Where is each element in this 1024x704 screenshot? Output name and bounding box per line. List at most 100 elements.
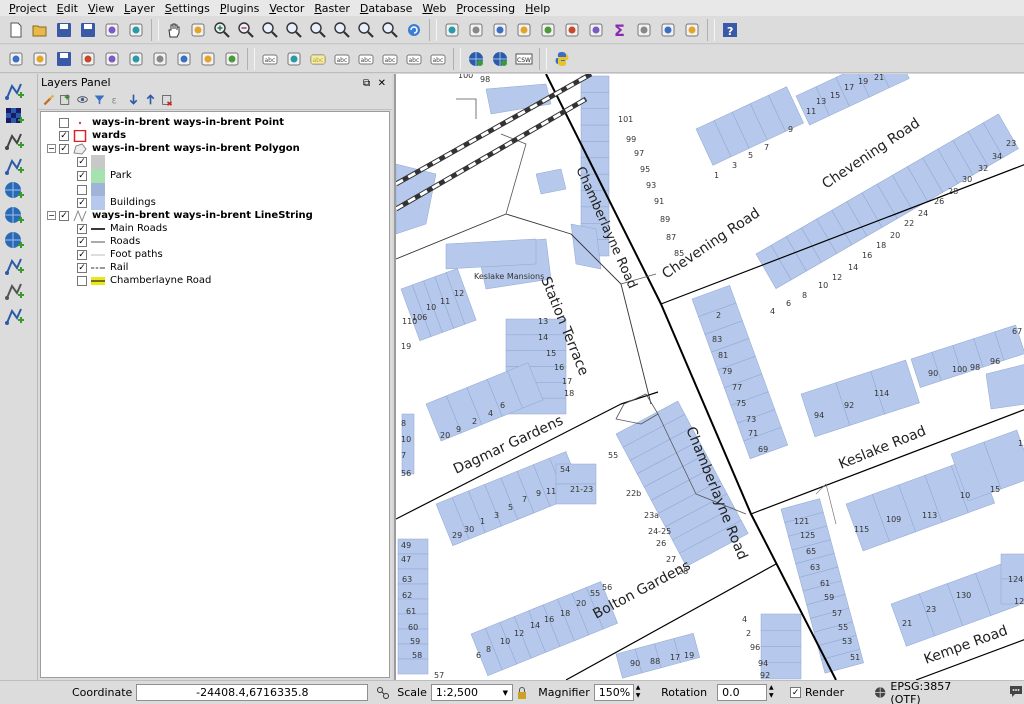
new-print-layout-icon[interactable] [100, 18, 124, 42]
legend-item-row[interactable]: Chamberlayne Road [77, 274, 211, 287]
menu-view[interactable]: View [83, 1, 119, 16]
select-features-icon[interactable] [464, 18, 488, 42]
expand-toggle-icon[interactable]: − [47, 211, 56, 220]
move-feature-icon[interactable] [100, 47, 124, 71]
new-shapefile-icon[interactable] [0, 303, 30, 328]
layer-visibility-checkbox[interactable]: ✓ [59, 143, 69, 154]
identify-icon[interactable] [440, 18, 464, 42]
close-panel-icon[interactable]: ✕ [378, 78, 386, 89]
menu-settings[interactable]: Settings [160, 1, 215, 16]
menu-project[interactable]: Project [4, 1, 52, 16]
menu-processing[interactable]: Processing [451, 1, 520, 16]
zoom-in-icon[interactable] [210, 18, 234, 42]
float-panel-icon[interactable]: ⧉ [363, 78, 370, 89]
copy-features-icon[interactable] [196, 47, 220, 71]
add-group-icon[interactable] [57, 91, 74, 108]
layer-visibility-checkbox[interactable]: ✓ [59, 210, 69, 221]
open-project-icon[interactable] [28, 18, 52, 42]
layer-row[interactable]: ✓ wards [47, 129, 126, 142]
add-wms-layer-icon[interactable] [0, 178, 30, 203]
magnifier-spinner[interactable]: ▲ ▼ [636, 684, 647, 701]
menu-vector[interactable]: Vector [264, 1, 309, 16]
add-raster-layer-icon[interactable] [0, 103, 30, 128]
filter-legend-icon[interactable] [91, 91, 108, 108]
style-layer-icon[interactable] [40, 91, 57, 108]
field-calculator-icon[interactable] [536, 18, 560, 42]
current-edits-icon[interactable] [28, 47, 52, 71]
layer-row[interactable]: − ✓ ways-in-brent ways-in-brent LineString [47, 209, 313, 222]
statistics-icon[interactable] [584, 18, 608, 42]
lock-scale-icon[interactable] [517, 686, 530, 699]
refresh-icon[interactable] [402, 18, 426, 42]
toggle-editing-icon[interactable] [4, 47, 28, 71]
menu-plugins[interactable]: Plugins [215, 1, 264, 16]
expand-all-icon[interactable] [125, 91, 142, 108]
menu-layer[interactable]: Layer [119, 1, 160, 16]
menu-raster[interactable]: Raster [309, 1, 354, 16]
layer-visibility-checkbox[interactable] [59, 117, 69, 128]
coordinate-field[interactable]: -24408.4,6716335.8 [136, 684, 369, 701]
zoom-next-icon[interactable] [378, 18, 402, 42]
csw-icon[interactable]: CSW [512, 47, 536, 71]
layer-visibility-checkbox[interactable]: ✓ [77, 170, 87, 181]
remove-layer-icon[interactable] [159, 91, 176, 108]
legend-item-row[interactable]: ✓ Rail [77, 261, 128, 274]
expand-toggle-icon[interactable]: − [47, 144, 56, 153]
print-composer-manager-icon[interactable] [124, 18, 148, 42]
add-wcs-layer-icon[interactable] [0, 228, 30, 253]
rotation-field[interactable]: 0.0 [717, 684, 767, 701]
zoom-actual-icon[interactable] [258, 18, 282, 42]
legend-item-row[interactable]: ✓ [77, 154, 110, 169]
new-project-icon[interactable] [4, 18, 28, 42]
menu-edit[interactable]: Edit [52, 1, 83, 16]
save-as-icon[interactable] [76, 18, 100, 42]
label-tool-icon[interactable]: abc [258, 47, 282, 71]
menu-database[interactable]: Database [355, 1, 418, 16]
zoom-to-layer-icon[interactable] [330, 18, 354, 42]
layer-row[interactable]: ways-in-brent ways-in-brent Point [47, 116, 284, 129]
pin-labels-icon[interactable]: abc [330, 47, 354, 71]
layer-row[interactable]: − ✓ ways-in-brent ways-in-brent Polygon [47, 142, 300, 155]
layer-visibility-checkbox[interactable] [77, 275, 87, 286]
layer-visibility-checkbox[interactable]: ✓ [77, 156, 87, 167]
style-manager-icon[interactable] [282, 47, 306, 71]
manage-visibility-icon[interactable] [74, 91, 91, 108]
scale-dropdown-icon[interactable]: ▼ [503, 689, 508, 697]
save-project-icon[interactable] [52, 18, 76, 42]
zoom-out-icon[interactable] [234, 18, 258, 42]
wms-search-icon[interactable] [488, 47, 512, 71]
deselect-icon[interactable] [512, 18, 536, 42]
crs-status[interactable]: EPSG:3857 (OTF) [874, 680, 980, 704]
add-wfs-layer-icon[interactable] [0, 203, 30, 228]
menu-web[interactable]: Web [417, 1, 451, 16]
zoom-full-icon[interactable] [282, 18, 306, 42]
legend-item-row[interactable]: ✓ Buildings [77, 195, 156, 210]
layer-visibility-checkbox[interactable]: ✓ [77, 262, 87, 273]
legend-item-row[interactable]: ✓ Park [77, 168, 132, 183]
move-label-icon[interactable]: abc [378, 47, 402, 71]
legend-item-row[interactable]: ✓ Main Roads [77, 222, 167, 235]
save-edits-icon[interactable] [52, 47, 76, 71]
add-gpx-layer-icon[interactable] [0, 278, 30, 303]
delete-selected-icon[interactable] [148, 47, 172, 71]
node-tool-icon[interactable] [124, 47, 148, 71]
map-canvas[interactable]: Chamberlayne Road Chevening Road Chevening… [394, 74, 1024, 680]
add-delimited-text-icon[interactable] [0, 253, 30, 278]
layer-visibility-checkbox[interactable] [77, 184, 87, 195]
cut-features-icon[interactable] [172, 47, 196, 71]
change-label-icon[interactable]: abc [426, 47, 450, 71]
layer-visibility-checkbox[interactable]: ✓ [77, 249, 87, 260]
scale-combo[interactable]: 1:2,500 ▼ [430, 684, 513, 701]
add-postgis-layer-icon[interactable] [0, 153, 30, 178]
metasearch-icon[interactable] [464, 47, 488, 71]
add-vector-layer-icon[interactable] [0, 78, 30, 103]
legend-item-row[interactable]: ✓ Roads [77, 235, 140, 248]
collapse-all-icon[interactable] [142, 91, 159, 108]
map-tips-icon[interactable] [656, 18, 680, 42]
attribute-table-icon[interactable] [560, 18, 584, 42]
map-render[interactable]: Chamberlayne Road Chevening RoadChevening… [396, 74, 1024, 680]
layer-visibility-checkbox[interactable]: ✓ [77, 236, 87, 247]
legend-item-row[interactable]: ✓ Foot paths [77, 248, 163, 261]
toggle-extents-icon[interactable] [372, 686, 393, 700]
filter-expression-icon[interactable]: ε [108, 91, 125, 108]
